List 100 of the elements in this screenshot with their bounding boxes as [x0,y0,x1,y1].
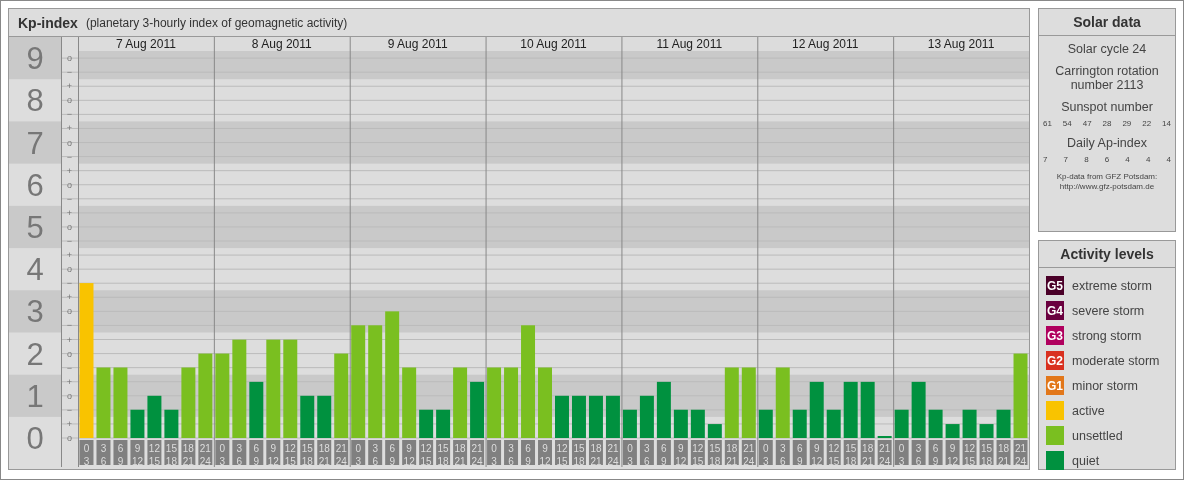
level-label: quiet [1072,453,1100,468]
time-slot-label: 0 3 [351,440,366,467]
time-slot-label: 21 24 [198,440,213,467]
ap-index-value: 4 [1166,155,1171,164]
carrington-rotation: Carrington rotation number 2113 [1054,64,1160,92]
time-slot-label: 15 18 [164,440,179,467]
time-slot-label: 18 21 [860,440,875,467]
ap-index-value: 6 [1104,155,1110,164]
x-tick-label: 0 3 [763,443,769,467]
level-badge: G1 [1046,376,1064,395]
time-slot-label: 6 9 [385,440,400,467]
time-slot-label: 21 24 [470,440,485,467]
panel-subtitle: (planetary 3-hourly index of geomagnetic activity) [85,15,348,30]
time-slot-label: 12 15 [147,440,162,467]
time-slot-label: 9 12 [402,440,417,467]
level-badge: G5 [1046,276,1064,295]
scale-mark: o [67,179,72,190]
time-slot-label: 3 6 [639,440,654,467]
time-slot-label: 6 9 [656,440,671,467]
time-slot-label: 9 12 [266,440,281,467]
time-slot-label: 9 12 [538,440,552,467]
date-label: 10 Aug 2011 [520,37,587,51]
scale-mark: − [66,404,73,415]
x-tick-label: 6 9 [932,443,939,467]
sunspot-value: 14 [1162,119,1171,128]
date-label: 12 Aug 2011 [791,37,859,51]
scale-mark: + [66,81,73,92]
x-tick-label: 3 6 [100,443,107,467]
ap-index-value: 4 [1145,155,1151,164]
time-slot-label: 6 9 [792,440,807,467]
sunspot-value: 22 [1142,119,1152,128]
time-slot-label: 12 15 [690,440,705,467]
time-slot-label: 12 15 [826,440,841,467]
time-slot-label: 18 21 [181,440,196,467]
time-slot-label: 18 21 [724,440,739,467]
y-axis-label: 1 [26,378,44,414]
ap-index-value: 7 [1063,155,1069,164]
x-tick-label: 0 3 [627,443,634,467]
x-tick-label: 6 9 [525,443,532,467]
time-slot-label: 0 3 [487,440,502,467]
time-slot-label: 15 18 [300,440,315,467]
sunspot-label: Sunspot number [1061,100,1153,114]
level-badge: G4 [1046,301,1064,320]
time-slot-label: 9 12 [945,440,960,467]
sunspot-value: 54 [1062,119,1072,128]
x-tick-label: 6 9 [389,443,396,467]
data-source: Kp-data from GFZ Potsdam: [1056,172,1158,182]
panel-title: Kp-index [18,14,78,31]
scale-mark: − [66,193,73,204]
time-slot-label: 6 9 [928,440,943,467]
time-slot-label: 3 6 [232,440,247,467]
time-slot-label: 9 12 [809,440,824,467]
scale-mark: o [67,306,72,317]
date-label: 13 Aug 2011 [927,37,995,51]
x-tick-label: 0 3 [219,443,226,467]
scale-mark: − [66,278,73,289]
level-label: severe storm [1072,303,1145,318]
scale-mark: + [66,123,73,134]
y-axis-label: 6 [26,167,44,203]
time-slot-label: 0 3 [79,440,94,467]
time-slot-label: 21 24 [1013,440,1028,467]
x-tick-label: 3 6 [508,443,515,467]
scale-mark: o [67,221,72,232]
x-tick-label: 0 3 [355,443,362,467]
level-label: minor storm [1072,378,1138,393]
time-slot-label: 6 9 [249,440,264,467]
level-label: moderate storm [1072,353,1160,368]
time-slot-label: 21 24 [334,440,349,467]
time-slot-label: 3 6 [504,440,519,467]
scale-mark: o [67,348,72,359]
time-slot-label: 15 18 [707,440,722,467]
x-tick-label: 3 6 [644,443,651,467]
level-badge: G3 [1046,326,1064,345]
scale-mark: + [66,165,73,176]
scale-mark: + [66,250,73,261]
scale-mark: − [66,151,73,162]
scale-mark: o [67,53,72,64]
x-tick-label: 0 3 [491,443,498,467]
scale-mark: − [66,320,73,331]
time-slot-label: 3 6 [368,440,383,467]
time-slot-label: 0 3 [894,440,909,467]
date-label: 8 Aug 2011 [251,37,312,51]
y-axis-label: 8 [26,83,44,119]
scale-mark: o [67,433,72,443]
time-slot-label: 6 9 [113,440,128,467]
time-slot-label: 9 12 [130,440,145,467]
time-slot-label: 15 18 [843,440,858,467]
x-tick-label: 3 6 [779,443,786,467]
sunspot-value: 28 [1102,119,1112,128]
time-slot-label: 15 18 [572,440,586,467]
scale-mark: o [67,137,72,148]
time-slot-label: 21 24 [877,440,892,467]
time-slot-label: 0 3 [215,440,230,467]
ap-index-value: 4 [1125,155,1130,164]
y-axis-label: 7 [26,125,44,161]
time-slot-label: 0 3 [758,440,773,467]
time-slot-label: 12 15 [555,440,569,467]
x-tick-label: 0 3 [83,443,90,467]
ap-index-value: 8 [1084,155,1089,164]
time-slot-label: 15 18 [979,440,994,467]
